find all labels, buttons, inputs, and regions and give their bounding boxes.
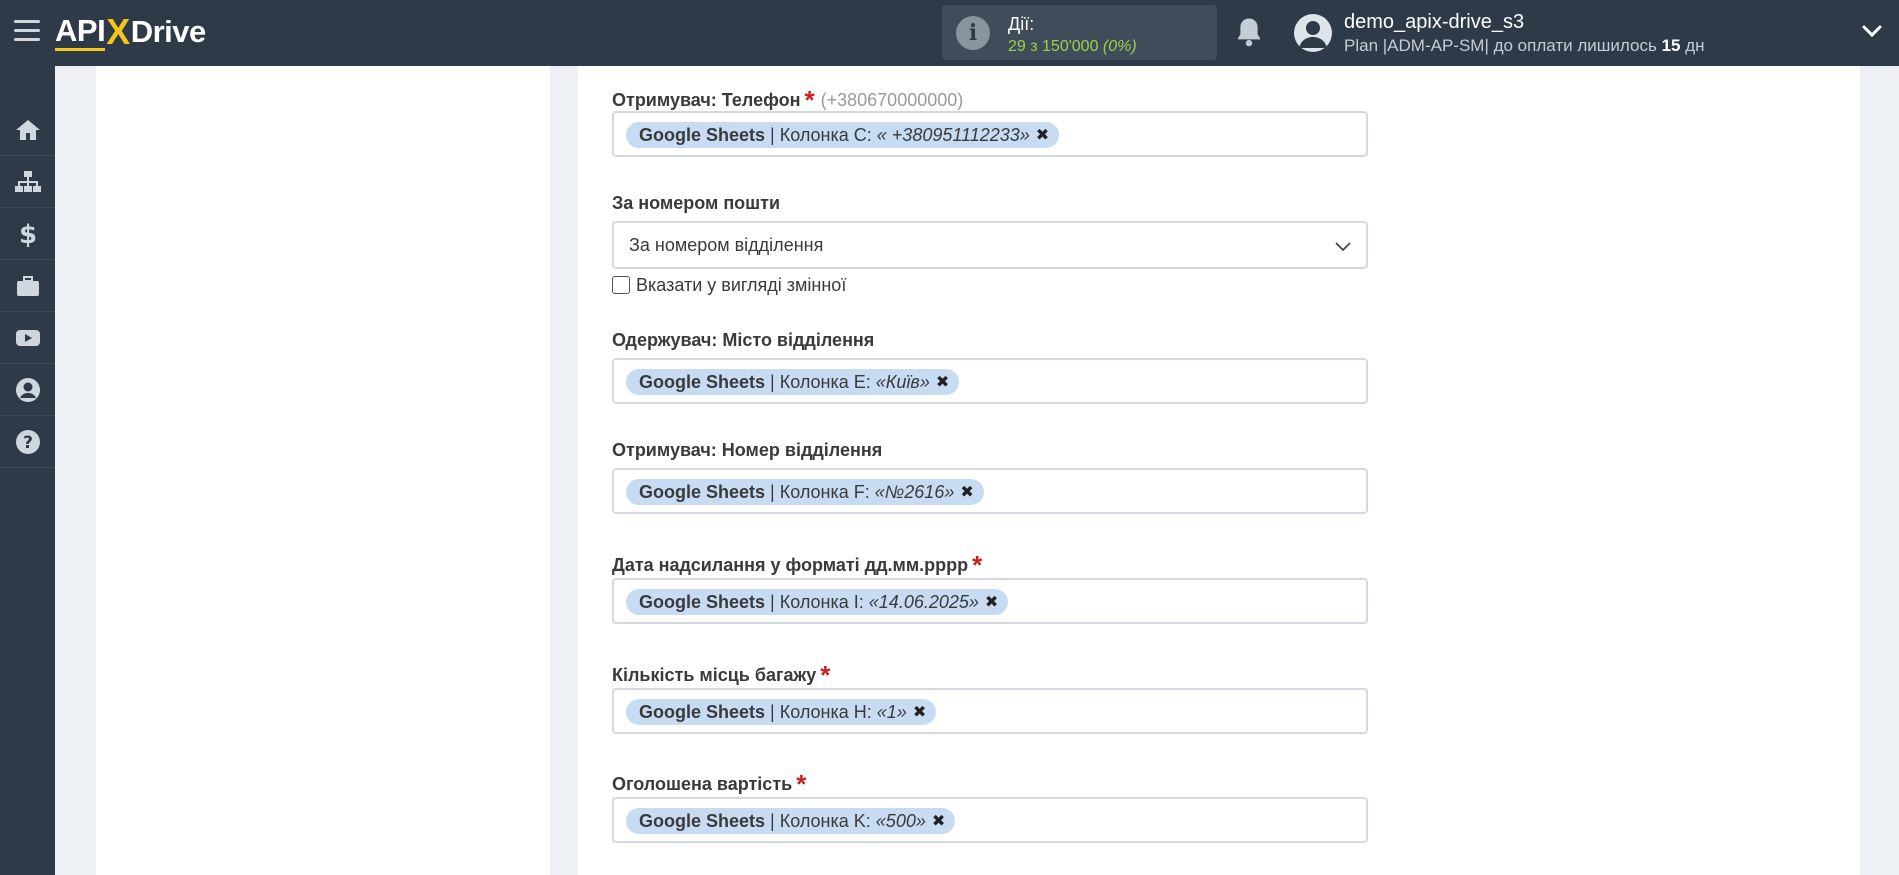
svg-text:$: $ bbox=[18, 220, 36, 248]
date-field[interactable]: Google Sheets | Колонка I: «14.06.2025» … bbox=[612, 578, 1368, 624]
sidebar-item-billing[interactable]: $ bbox=[0, 208, 55, 260]
close-icon[interactable]: ✖ bbox=[1036, 125, 1049, 145]
places-field[interactable]: Google Sheets | Колонка H: «1» ✖ bbox=[612, 688, 1368, 734]
variable-checkbox-row[interactable]: Вказати у вигляді змінної bbox=[612, 274, 846, 296]
declared-value-label: Оголошена вартість * bbox=[612, 769, 807, 799]
actions-count: 29 з 150'000 (0%) bbox=[1008, 38, 1137, 55]
close-icon[interactable]: ✖ bbox=[932, 811, 945, 831]
branch-label: Отримувач: Номер відділення bbox=[612, 440, 883, 460]
chevron-down-icon bbox=[1335, 242, 1351, 252]
post-number-label: За номером пошти bbox=[612, 193, 781, 213]
youtube-icon bbox=[15, 329, 40, 346]
declared-value-field[interactable]: Google Sheets | Колонка K: «500» ✖ bbox=[612, 797, 1368, 843]
places-variable-tag[interactable]: Google Sheets | Колонка H: «1» ✖ bbox=[626, 699, 937, 725]
sidebar-item-services[interactable] bbox=[0, 260, 55, 312]
left-panel bbox=[96, 66, 550, 875]
sidebar: $ ? bbox=[0, 66, 55, 875]
question-icon: ? bbox=[15, 429, 40, 454]
declared-value-variable-tag[interactable]: Google Sheets | Колонка K: «500» ✖ bbox=[626, 808, 956, 834]
city-field[interactable]: Google Sheets | Колонка E: «Київ» ✖ bbox=[612, 358, 1368, 404]
branch-field[interactable]: Google Sheets | Колонка F: «№2616» ✖ bbox=[612, 468, 1368, 514]
sidebar-item-home[interactable] bbox=[0, 104, 55, 156]
close-icon[interactable]: ✖ bbox=[985, 592, 998, 612]
post-number-select[interactable]: За номером відділення bbox=[612, 221, 1368, 269]
variable-checkbox[interactable] bbox=[612, 276, 630, 294]
bell-icon[interactable] bbox=[1234, 16, 1264, 48]
top-bar: API X Drive i Дії: 29 з 150'000 (0%) demo_… bbox=[0, 0, 1899, 66]
branch-variable-tag[interactable]: Google Sheets | Колонка F: «№2616» ✖ bbox=[626, 479, 984, 505]
svg-text:?: ? bbox=[23, 433, 33, 453]
close-icon[interactable]: ✖ bbox=[913, 702, 926, 722]
avatar[interactable] bbox=[1294, 14, 1332, 52]
user-plan: Plan |ADM-AP-SM| до оплати лишилось 15 д… bbox=[1344, 36, 1705, 55]
close-icon[interactable]: ✖ bbox=[936, 372, 949, 392]
user-circle-icon bbox=[15, 377, 40, 402]
city-label: Одержувач: Місто відділення bbox=[612, 330, 875, 350]
home-icon bbox=[15, 119, 40, 140]
user-icon bbox=[1299, 21, 1327, 48]
dollar-icon: $ bbox=[18, 220, 36, 248]
date-label: Дата надсилання у форматі дд.мм.рррр * bbox=[612, 550, 983, 580]
info-icon: i bbox=[956, 16, 990, 50]
sidebar-item-help[interactable]: ? bbox=[0, 416, 55, 468]
hamburger-menu-icon[interactable] bbox=[14, 20, 40, 42]
phone-variable-tag[interactable]: Google Sheets | Колонка C: « +3809511122… bbox=[626, 122, 1060, 148]
sitemap-icon bbox=[14, 170, 41, 192]
actions-counter[interactable]: i Дії: 29 з 150'000 (0%) bbox=[942, 5, 1217, 60]
date-variable-tag[interactable]: Google Sheets | Колонка I: «14.06.2025» … bbox=[626, 589, 1009, 615]
city-variable-tag[interactable]: Google Sheets | Колонка E: «Київ» ✖ bbox=[626, 369, 960, 395]
close-icon[interactable]: ✖ bbox=[960, 482, 973, 502]
actions-label: Дії: bbox=[1008, 14, 1035, 34]
apixdrive-logo[interactable]: API X Drive bbox=[55, 10, 206, 54]
sidebar-item-profile[interactable] bbox=[0, 364, 55, 416]
sidebar-item-connections[interactable] bbox=[0, 156, 55, 208]
sidebar-item-video[interactable] bbox=[0, 312, 55, 364]
places-label: Кількість місць багажу * bbox=[612, 660, 831, 690]
checkbox-label: Вказати у вигляді змінної bbox=[636, 274, 847, 295]
phone-field[interactable]: Google Sheets | Колонка C: « +3809511122… bbox=[612, 111, 1368, 157]
phone-label: Отримувач: Телефон * (+380670000000) bbox=[612, 85, 964, 115]
chevron-down-icon[interactable] bbox=[1862, 24, 1882, 38]
briefcase-icon bbox=[16, 275, 39, 296]
user-name[interactable]: demo_apix-drive_s3 bbox=[1344, 11, 1524, 34]
